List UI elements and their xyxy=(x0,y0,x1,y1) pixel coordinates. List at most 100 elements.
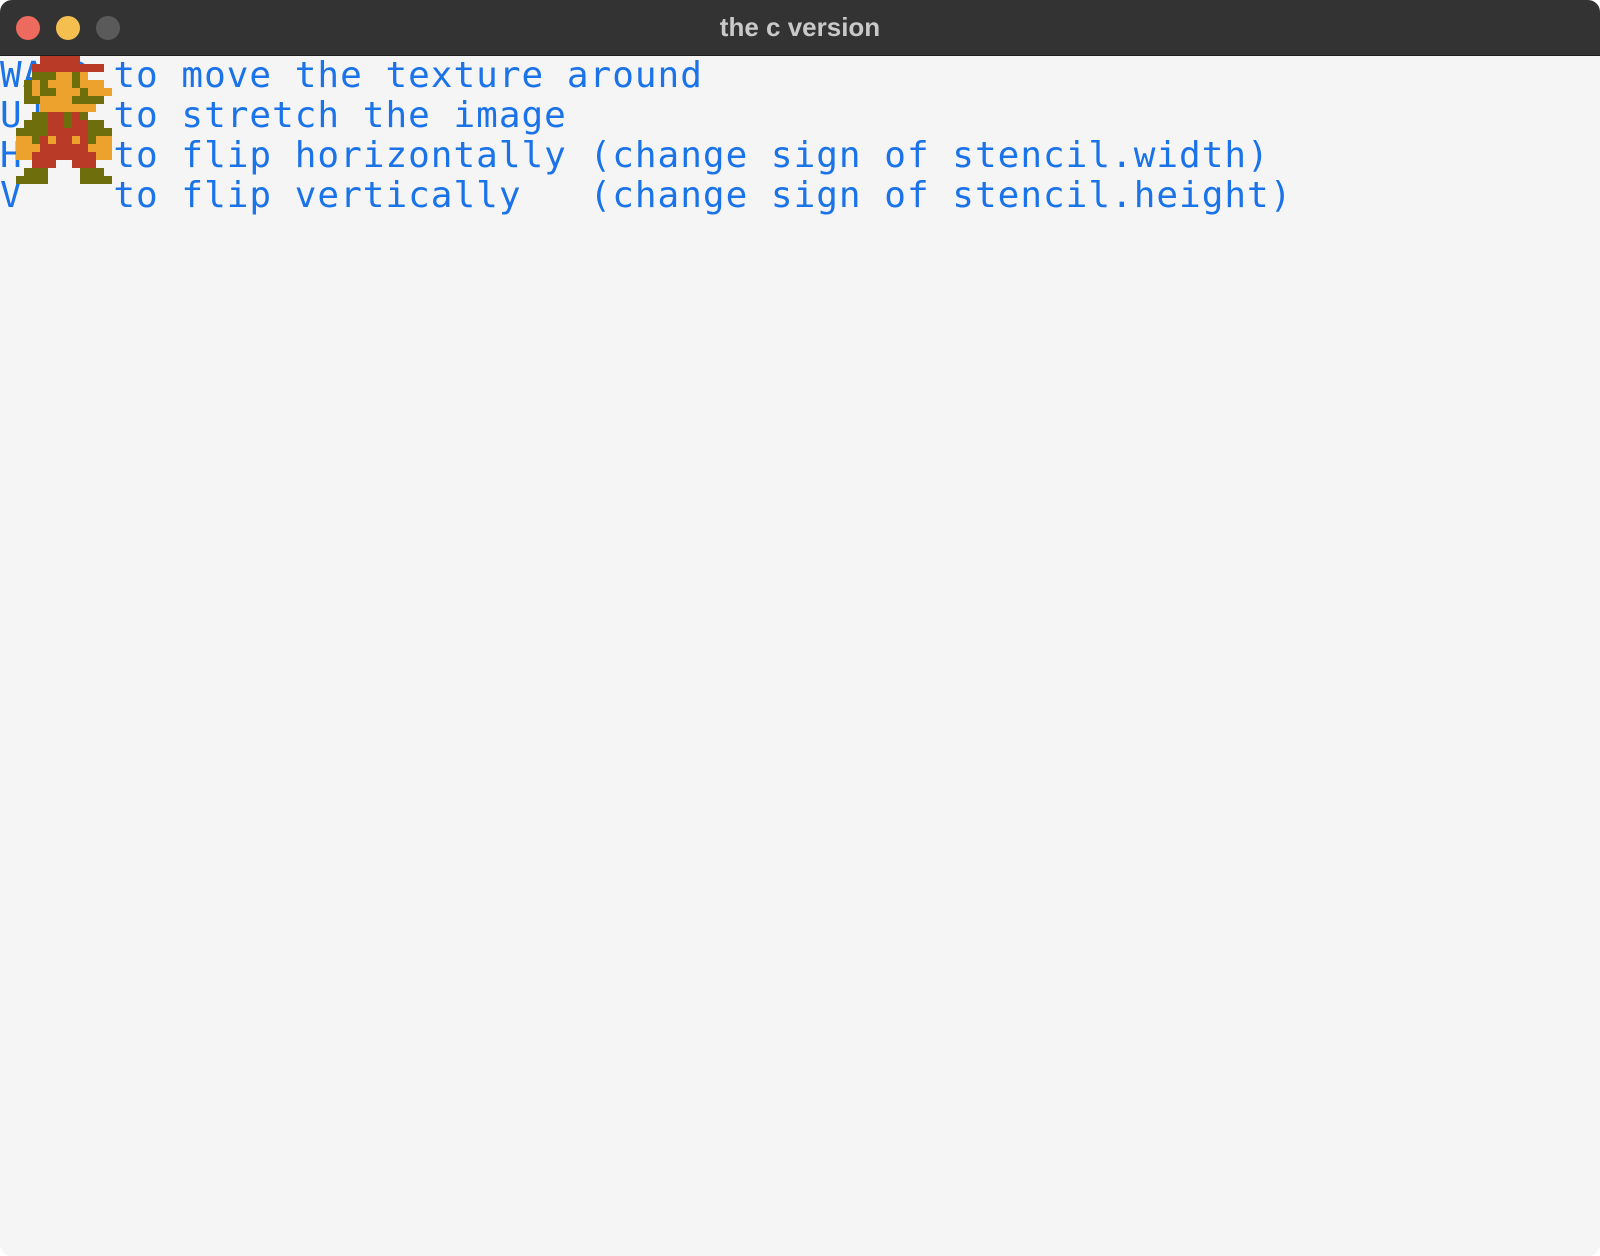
sprite-pixel xyxy=(80,96,88,104)
sprite-pixel xyxy=(96,88,104,96)
sprite-pixel xyxy=(80,128,88,136)
sprite-pixel xyxy=(32,88,40,96)
sprite-pixel xyxy=(56,56,64,64)
sprite-pixel xyxy=(24,152,32,160)
sprite-pixel xyxy=(64,96,72,104)
sprite-pixel xyxy=(32,152,40,160)
sprite-pixel xyxy=(40,56,48,64)
sprite-pixel xyxy=(32,120,40,128)
sprite-pixel xyxy=(72,88,80,96)
sprite-pixel xyxy=(72,72,80,80)
sprite-pixel xyxy=(88,144,96,152)
sprite-pixel xyxy=(40,72,48,80)
sprite-pixel xyxy=(80,176,88,184)
sprite-pixel xyxy=(96,144,104,152)
sprite-pixel xyxy=(56,144,64,152)
sprite-pixel xyxy=(56,152,64,160)
sprite-pixel xyxy=(40,168,48,176)
sprite-pixel xyxy=(64,104,72,112)
sprite-pixel xyxy=(56,72,64,80)
sprite-pixel xyxy=(40,104,48,112)
sprite-pixel xyxy=(32,80,40,88)
sprite-pixel xyxy=(48,56,56,64)
sprite-pixel xyxy=(88,96,96,104)
sprite-pixel xyxy=(32,168,40,176)
sprite-pixel xyxy=(16,136,24,144)
sprite-pixel xyxy=(56,136,64,144)
sprite-pixel xyxy=(64,80,72,88)
sprite-pixel xyxy=(56,128,64,136)
sprite-pixel xyxy=(40,144,48,152)
sprite-pixel xyxy=(56,80,64,88)
sprite-pixel xyxy=(48,152,56,160)
sprite-pixel xyxy=(88,120,96,128)
sprite-pixel xyxy=(64,128,72,136)
sprite-pixel xyxy=(88,160,96,168)
sprite-pixel xyxy=(96,136,104,144)
sprite-pixel xyxy=(104,176,112,184)
sprite-pixel xyxy=(32,112,40,120)
sprite-pixel xyxy=(80,136,88,144)
sprite-pixel xyxy=(24,176,32,184)
sprite-pixel xyxy=(24,128,32,136)
sprite-pixel xyxy=(48,160,56,168)
sprite-pixel xyxy=(72,152,80,160)
sprite-pixel xyxy=(48,88,56,96)
sprite-pixel xyxy=(64,88,72,96)
sprite-pixel xyxy=(24,136,32,144)
sprite-pixel xyxy=(40,120,48,128)
sprite-pixel xyxy=(40,176,48,184)
sprite-pixel xyxy=(40,152,48,160)
sprite-pixel xyxy=(72,64,80,72)
sprite-pixel xyxy=(72,120,80,128)
sprite-pixel xyxy=(88,168,96,176)
sprite-pixel xyxy=(40,136,48,144)
sprite-pixel xyxy=(40,128,48,136)
sprite-pixel xyxy=(24,144,32,152)
instruction-line-flip-vertical: V to flip vertically (change sign of ste… xyxy=(0,175,1293,216)
sprite-pixel xyxy=(72,160,80,168)
sprite-pixel xyxy=(24,120,32,128)
sprite-pixel xyxy=(48,104,56,112)
sprite-pixel xyxy=(32,96,40,104)
title-bar[interactable]: the c version xyxy=(0,0,1600,56)
sprite-pixel xyxy=(40,96,48,104)
sprite-pixel xyxy=(96,176,104,184)
sprite-pixel xyxy=(96,168,104,176)
sprite-pixel xyxy=(32,160,40,168)
sprite-pixel xyxy=(64,112,72,120)
sprite-pixel xyxy=(72,136,80,144)
sprite-pixel xyxy=(88,64,96,72)
sprite-pixel xyxy=(96,80,104,88)
sprite-pixel xyxy=(80,112,88,120)
sprite-pixel xyxy=(80,80,88,88)
sprite-pixel xyxy=(40,80,48,88)
sprite-pixel xyxy=(104,136,112,144)
sprite-pixel xyxy=(80,72,88,80)
sprite-pixel xyxy=(24,88,32,96)
sprite-pixel xyxy=(40,64,48,72)
sprite-pixel xyxy=(16,128,24,136)
sprite-pixel xyxy=(64,152,72,160)
sprite-pixel xyxy=(56,64,64,72)
sprite-pixel xyxy=(96,96,104,104)
sprite-pixel xyxy=(48,80,56,88)
sprite-pixel xyxy=(24,96,32,104)
sprite-pixel xyxy=(64,56,72,64)
sprite-pixel xyxy=(40,160,48,168)
sprite-pixel xyxy=(64,136,72,144)
sprite-pixel xyxy=(48,120,56,128)
sprite-pixel xyxy=(88,104,96,112)
sprite-pixel xyxy=(80,64,88,72)
sprite-pixel xyxy=(24,168,32,176)
sprite-pixel xyxy=(96,152,104,160)
sprite-pixel xyxy=(72,80,80,88)
sprite-pixel xyxy=(80,152,88,160)
sprite-pixel xyxy=(88,80,96,88)
canvas[interactable]: WASD to move the texture around UJIK to … xyxy=(0,56,1600,1256)
sprite-pixel xyxy=(32,176,40,184)
sprite-pixel xyxy=(56,96,64,104)
sprite-pixel xyxy=(64,72,72,80)
window-title: the c version xyxy=(719,12,881,42)
sprite-pixel xyxy=(80,160,88,168)
